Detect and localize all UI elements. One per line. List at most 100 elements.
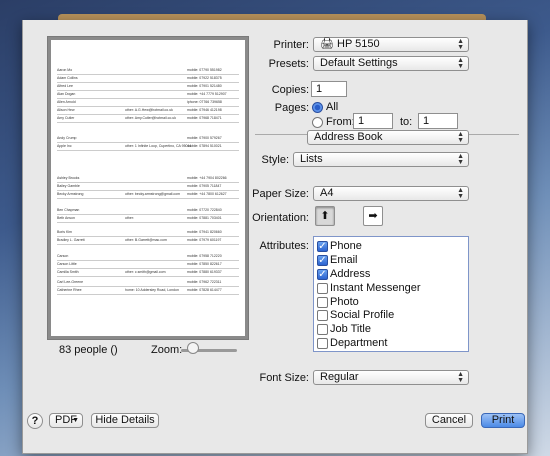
attribute-checkbox[interactable] [317, 282, 328, 294]
attribute-checkbox[interactable]: ✓ [317, 268, 328, 280]
attribute-label: Phone [330, 240, 362, 252]
contact-name: Amy Cutler [57, 116, 75, 120]
attribute-item[interactable]: Job Title [314, 323, 468, 337]
attribute-item[interactable]: Instant Messenger [314, 282, 468, 296]
contact-phone: mobile: 07968 718471 [187, 116, 222, 120]
attribute-label: Social Profile [330, 309, 395, 322]
contact-phone: mobile: +44 7904 802266 [187, 176, 227, 180]
contact-name: Boris Kim [57, 230, 72, 234]
contact-phone: mobile: 07979 601197 [187, 238, 222, 242]
contact-phone: mobile: 07894 510021 [187, 144, 222, 148]
contact-divider [57, 286, 239, 287]
contact-name: Aaron Mo [57, 68, 73, 72]
contact-name: Beth Anson [57, 216, 75, 220]
attribute-checkbox[interactable] [317, 296, 328, 308]
help-button[interactable]: ? [27, 413, 43, 429]
pages-from-radio[interactable] [312, 117, 323, 128]
contact-divider [57, 106, 239, 107]
attribute-label: Email [330, 253, 358, 266]
chevron-down-icon: ▼ [72, 417, 79, 424]
attribute-label: Job Title [330, 323, 371, 336]
contact-info: other: Amy.Cutler@hotmail.co.uk [125, 116, 176, 120]
pages-label: Pages: [274, 102, 309, 114]
zoom-label: Zoom: [151, 344, 183, 356]
attribute-checkbox[interactable] [317, 338, 328, 350]
cancel-button[interactable]: Cancel [425, 413, 473, 428]
contact-phone: mobile: 07828 614477 [187, 288, 222, 292]
attribute-item[interactable]: Social Profile [314, 309, 468, 323]
contact-divider [57, 294, 239, 295]
style-label: Style: [261, 154, 289, 166]
contact-phone: mobile: 07922 518375 [187, 76, 222, 80]
contact-phone: mobile: 07720 722840 [187, 208, 222, 212]
contact-divider [57, 142, 239, 143]
hide-details-button[interactable]: Hide Details [91, 413, 159, 428]
contact-phone: mobile: 07790 551982 [187, 68, 222, 72]
contact-phone: mobile: 07946 412198 [187, 108, 222, 112]
pages-to-field[interactable]: 1 [418, 113, 458, 129]
contact-phone: mobile: 07941 820660 [187, 230, 222, 234]
attribute-item[interactable]: Photo [314, 296, 468, 310]
contact-divider [57, 244, 239, 245]
printer-icon: 🖨 [320, 38, 338, 50]
pdf-button[interactable]: PDF ▼ [49, 413, 83, 428]
pages-from-field[interactable]: 1 [353, 113, 393, 129]
contact-divider [57, 276, 239, 277]
attribute-item[interactable]: ✓ Address [314, 268, 468, 282]
contact-name: Camilla Smith [57, 270, 79, 274]
contact-info: other: B.Garrett@mac.com [125, 238, 167, 242]
popup-arrows-icon: ▲ ▼ [457, 38, 464, 51]
contact-info: other: becky.armstrong@gmail.com [125, 192, 181, 196]
contact-name: Andy Crump [57, 136, 77, 140]
popup-arrows-icon: ▲ ▼ [457, 131, 464, 144]
contact-divider [57, 236, 239, 237]
copies-field[interactable]: 1 [311, 81, 347, 97]
style-popup[interactable]: Lists ▲ ▼ [293, 152, 469, 167]
attribute-label: Department [330, 337, 388, 350]
printer-label: Printer: [273, 39, 309, 51]
print-dialog: Aaron Mo mobile: 07790 551982 Adam Collins… [22, 20, 528, 454]
contact-name: Allen Arnold [57, 100, 76, 104]
attribute-checkbox[interactable]: ✓ [317, 241, 328, 252]
attribute-checkbox[interactable]: ✓ [317, 254, 328, 266]
presets-popup[interactable]: Default Settings ▲ ▼ [313, 56, 469, 71]
paper-size-popup[interactable]: A4 ▲ ▼ [313, 186, 469, 201]
printer-popup[interactable]: 🖨 HP 5150 ▲ ▼ [313, 37, 469, 52]
print-button[interactable]: Print [481, 413, 525, 428]
contact-phone: mobile: 07958 712220 [187, 254, 222, 258]
contact-divider [57, 98, 239, 99]
attribute-checkbox[interactable] [317, 310, 328, 322]
contact-divider [57, 182, 239, 183]
contact-phone: mobile: 07881 703401 [187, 216, 222, 220]
landscape-orientation-button[interactable]: ➡ [363, 206, 383, 226]
contact-phone: mobile: 07905 711847 [187, 184, 222, 188]
contact-divider [57, 150, 239, 151]
pages-to-label: to: [400, 116, 413, 128]
contact-name: Carson Little [57, 262, 77, 266]
orientation-label: Orientation: [252, 212, 309, 224]
contact-name: Ben Chapman [57, 208, 80, 212]
attribute-checkbox[interactable] [317, 324, 328, 336]
font-size-popup[interactable]: Regular ▲ ▼ [313, 370, 469, 385]
attribute-item[interactable]: Department [314, 337, 468, 351]
contact-name: Apple Inc [57, 144, 72, 148]
popup-arrows-icon: ▲ ▼ [457, 153, 464, 166]
contact-phone: mobile: 07900 579267 [187, 136, 222, 140]
contact-divider [57, 74, 239, 75]
contact-name: Adam Collins [57, 76, 78, 80]
contact-phone: mobile: 07850 822617 [187, 262, 222, 266]
section-popup[interactable]: Address Book ▲ ▼ [307, 130, 469, 145]
zoom-knob[interactable] [186, 342, 199, 354]
portrait-orientation-button[interactable]: ⬆ [315, 206, 335, 226]
contact-phone: mobile: 07901 521480 [187, 84, 222, 88]
contact-divider [57, 82, 239, 83]
contact-divider [57, 122, 239, 123]
pages-all-radio[interactable] [312, 102, 323, 113]
attribute-item[interactable]: ✓ Email [314, 254, 468, 268]
font-size-label: Font Size: [259, 372, 309, 384]
attribute-item[interactable]: ✓ Phone [314, 240, 468, 254]
attributes-list: ✓ Phone ✓ Email ✓ Address Instant Messenger Pho… [313, 236, 469, 352]
contact-name: Carson [57, 254, 69, 258]
contact-name: Alison Hew [57, 108, 75, 112]
preview-page: Aaron Mo mobile: 07790 551982 Adam Collins… [51, 40, 245, 336]
